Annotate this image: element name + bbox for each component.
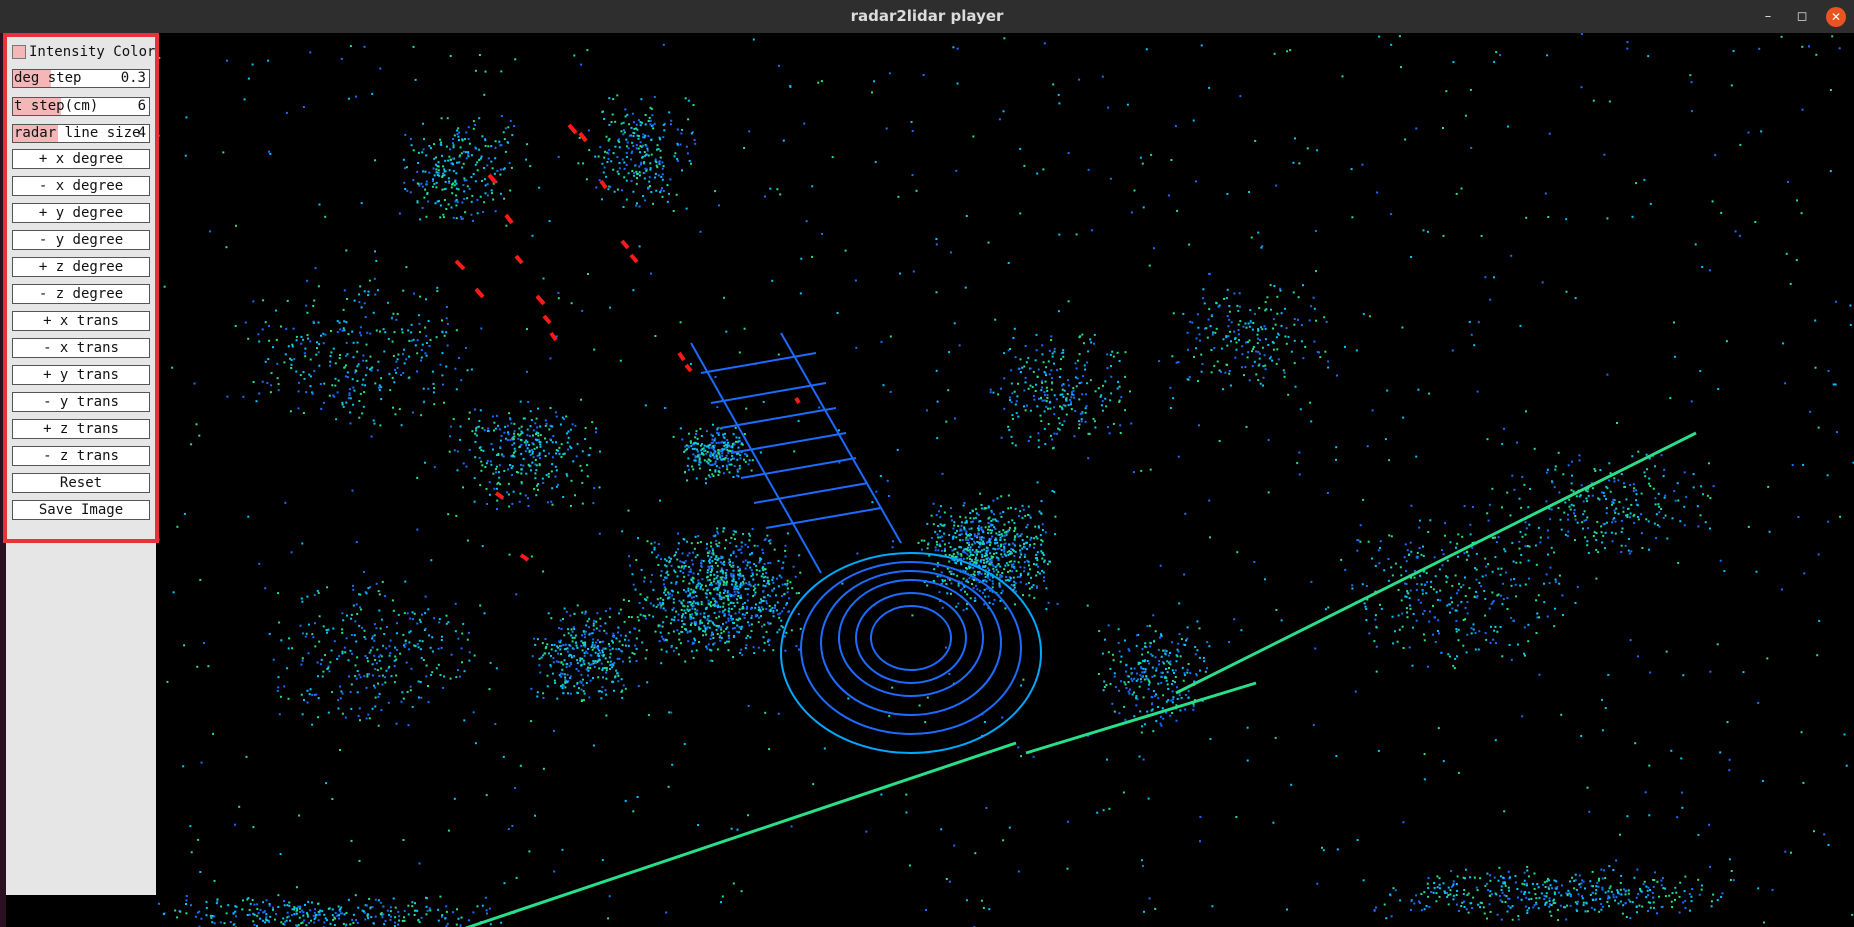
save-image-button[interactable]: Save Image (12, 500, 150, 520)
intensity-color-option[interactable]: Intensity Color (12, 43, 155, 61)
minus-x-degree-button[interactable]: - x degree (12, 176, 150, 196)
minus-x-trans-button[interactable]: - x trans (12, 338, 150, 358)
lidar-rings (780, 552, 1042, 754)
radar-line-size-slider[interactable]: radar line size 4 (12, 124, 150, 143)
lidar-edges (465, 431, 1697, 927)
radar-line-size-label: radar line size (14, 125, 141, 141)
radar-line-size-value: 4 (137, 125, 146, 141)
intensity-color-checkbox[interactable] (12, 45, 26, 59)
title-bar: radar2lidar player – ◻ ✕ (0, 0, 1854, 33)
t-step-value: 6 (137, 98, 146, 114)
plus-z-trans-button[interactable]: + z trans (12, 419, 150, 439)
radar-points (454, 123, 801, 562)
maximize-button[interactable]: ◻ (1792, 7, 1812, 27)
t-step-slider[interactable]: t step(cm) 6 (12, 97, 150, 116)
deg-step-value: 0.3 (120, 70, 146, 86)
intensity-color-label: Intensity Color (29, 44, 156, 60)
plus-x-degree-button[interactable]: + x degree (12, 149, 150, 169)
point-cloud-canvas[interactable] (156, 33, 1854, 927)
plus-x-trans-button[interactable]: + x trans (12, 311, 150, 331)
minus-z-trans-button[interactable]: - z trans (12, 446, 150, 466)
minus-z-degree-button[interactable]: - z degree (12, 284, 150, 304)
deg-step-label: deg step (14, 70, 82, 86)
plus-y-trans-button[interactable]: + y trans (12, 365, 150, 385)
window-title: radar2lidar player (850, 7, 1004, 25)
close-button[interactable]: ✕ (1826, 7, 1846, 27)
plus-y-degree-button[interactable]: + y degree (12, 203, 150, 223)
minus-y-trans-button[interactable]: - y trans (12, 392, 150, 412)
minimize-button[interactable]: – (1758, 7, 1778, 27)
t-step-label: t step(cm) (14, 98, 99, 114)
plus-z-degree-button[interactable]: + z degree (12, 257, 150, 277)
deg-step-slider[interactable]: deg step 0.3 (12, 69, 150, 88)
minus-y-degree-button[interactable]: - y degree (12, 230, 150, 250)
point-cloud-viewport[interactable] (156, 33, 1854, 927)
reset-button[interactable]: Reset (12, 473, 150, 493)
